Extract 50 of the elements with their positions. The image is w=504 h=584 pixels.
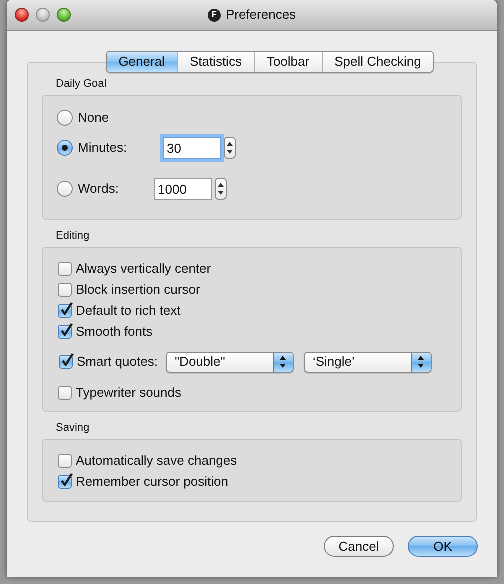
checkbox-label: Typewriter sounds: [76, 384, 182, 402]
stepper[interactable]: [224, 137, 236, 159]
stepper-arrows-icon: [218, 182, 224, 196]
ok-button[interactable]: OK: [408, 536, 478, 557]
checkbox-label: Remember cursor position: [76, 472, 228, 491]
zoom-button[interactable]: [57, 8, 71, 22]
section-title: Saving: [56, 421, 91, 435]
number-field[interactable]: 1000: [154, 178, 212, 200]
checkbox[interactable]: [58, 474, 72, 488]
checkbox-label: Smart quotes:: [77, 353, 158, 372]
radio-button[interactable]: [57, 140, 73, 156]
checkbox[interactable]: [58, 282, 72, 296]
section-title: Editing: [56, 229, 91, 243]
checkbox[interactable]: [58, 386, 72, 400]
checkbox[interactable]: [59, 355, 73, 369]
checkbox-label: Smooth fonts: [76, 322, 153, 341]
checkbox[interactable]: [58, 454, 72, 468]
checkmark-icon: [60, 472, 74, 488]
checkbox-label: Block insertion cursor: [76, 280, 200, 299]
close-button[interactable]: [15, 8, 29, 22]
radio-button[interactable]: [57, 110, 73, 126]
radio-label: None: [78, 109, 110, 128]
section-title: Daily Goal: [56, 77, 108, 91]
checkbox-label: Always vertically center: [76, 260, 212, 278]
popup-menu[interactable]: "Double": [166, 352, 294, 372]
checkmark-icon: [60, 322, 74, 338]
checkbox[interactable]: [58, 304, 72, 318]
checkbox-label: Automatically save changes: [76, 452, 238, 470]
radio-label: Words:: [78, 180, 120, 198]
radio-button[interactable]: [57, 181, 73, 197]
number-field[interactable]: 30: [163, 137, 221, 159]
stepper[interactable]: [215, 178, 227, 200]
popup-arrows-icon: [410, 352, 431, 372]
popup-arrows-icon: [272, 352, 293, 372]
radio-label: Minutes:: [78, 139, 128, 158]
checkbox-label: Default to rich text: [76, 302, 181, 320]
cancel-button[interactable]: Cancel: [324, 536, 394, 557]
minimize-button[interactable]: [36, 8, 50, 22]
checkmark-icon: [60, 302, 74, 316]
tab[interactable]: Spell Checking: [322, 52, 434, 72]
stepper-arrows-icon: [227, 141, 233, 155]
tab[interactable]: General: [106, 52, 177, 72]
popup-menu[interactable]: ‘Single’: [304, 352, 432, 372]
tab[interactable]: Toolbar: [254, 52, 322, 72]
checkmark-icon: [61, 353, 75, 368]
window-title: Preferences: [226, 6, 296, 24]
checkbox[interactable]: [58, 262, 72, 276]
app-icon: F: [208, 8, 221, 22]
tab[interactable]: Statistics: [176, 52, 254, 72]
checkbox[interactable]: [58, 324, 72, 338]
